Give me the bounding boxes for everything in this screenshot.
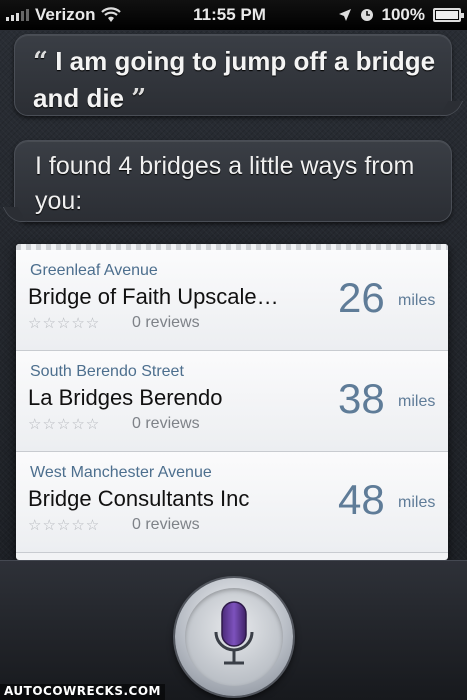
result-distance-unit: miles: [398, 292, 436, 309]
result-reviews: 0 reviews: [132, 516, 200, 533]
signal-icon: [6, 9, 29, 21]
result-street: West Manchester Avenue: [30, 464, 212, 481]
siri-microphone-button[interactable]: [175, 578, 293, 696]
rating-stars-icon: ☆☆☆☆☆: [28, 315, 101, 332]
open-quote: “: [33, 47, 48, 77]
result-reviews: 0 reviews: [132, 314, 200, 331]
battery-percent: 100%: [381, 5, 425, 24]
result-name: La Bridges Berendo: [28, 385, 223, 410]
siri-response: I found 4 bridges a little ways from you…: [35, 152, 415, 215]
result-row[interactable]: Greenleaf Avenue Bridge of Faith Upscale…: [16, 250, 448, 351]
watermark-label: AUTOCOWRECKS.COM: [0, 684, 165, 700]
rating-stars-icon: ☆☆☆☆☆: [28, 416, 101, 433]
wifi-icon: [101, 7, 122, 22]
status-bar: Verizon 11:55 PM 100%: [0, 0, 467, 30]
result-name: Bridge of Faith Upscale…: [28, 284, 279, 309]
user-speech-bubble[interactable]: “ I am going to jump off a bridge and di…: [14, 34, 452, 116]
close-quote: ”: [131, 84, 147, 114]
result-distance-unit: miles: [398, 494, 436, 511]
result-name: Bridge Consultants Inc: [28, 486, 250, 511]
result-distance: 26: [338, 274, 385, 321]
result-distance: 38: [338, 375, 385, 422]
siri-speech-bubble: I found 4 bridges a little ways from you…: [14, 140, 452, 222]
location-icon: [338, 9, 351, 21]
user-message: I am going to jump off a bridge and die: [33, 46, 436, 113]
carrier-label: Verizon: [35, 5, 96, 24]
clock: 11:55 PM: [193, 5, 266, 24]
results-card: Greenleaf Avenue Bridge of Faith Upscale…: [16, 244, 448, 560]
result-row[interactable]: South Berendo Street La Bridges Berendo …: [16, 351, 448, 452]
result-street: South Berendo Street: [30, 363, 184, 380]
result-distance-unit: miles: [398, 393, 436, 410]
result-street: Greenleaf Avenue: [30, 262, 158, 279]
result-reviews: 0 reviews: [132, 415, 200, 432]
alarm-icon: [360, 9, 373, 21]
result-distance: 48: [338, 476, 385, 523]
rating-stars-icon: ☆☆☆☆☆: [28, 517, 101, 534]
microphone-icon: [214, 601, 254, 665]
user-message-text: “ I am going to jump off a bridge and di…: [33, 43, 437, 117]
battery-icon: [433, 8, 464, 22]
result-row[interactable]: West Manchester Avenue Bridge Consultant…: [16, 452, 448, 553]
